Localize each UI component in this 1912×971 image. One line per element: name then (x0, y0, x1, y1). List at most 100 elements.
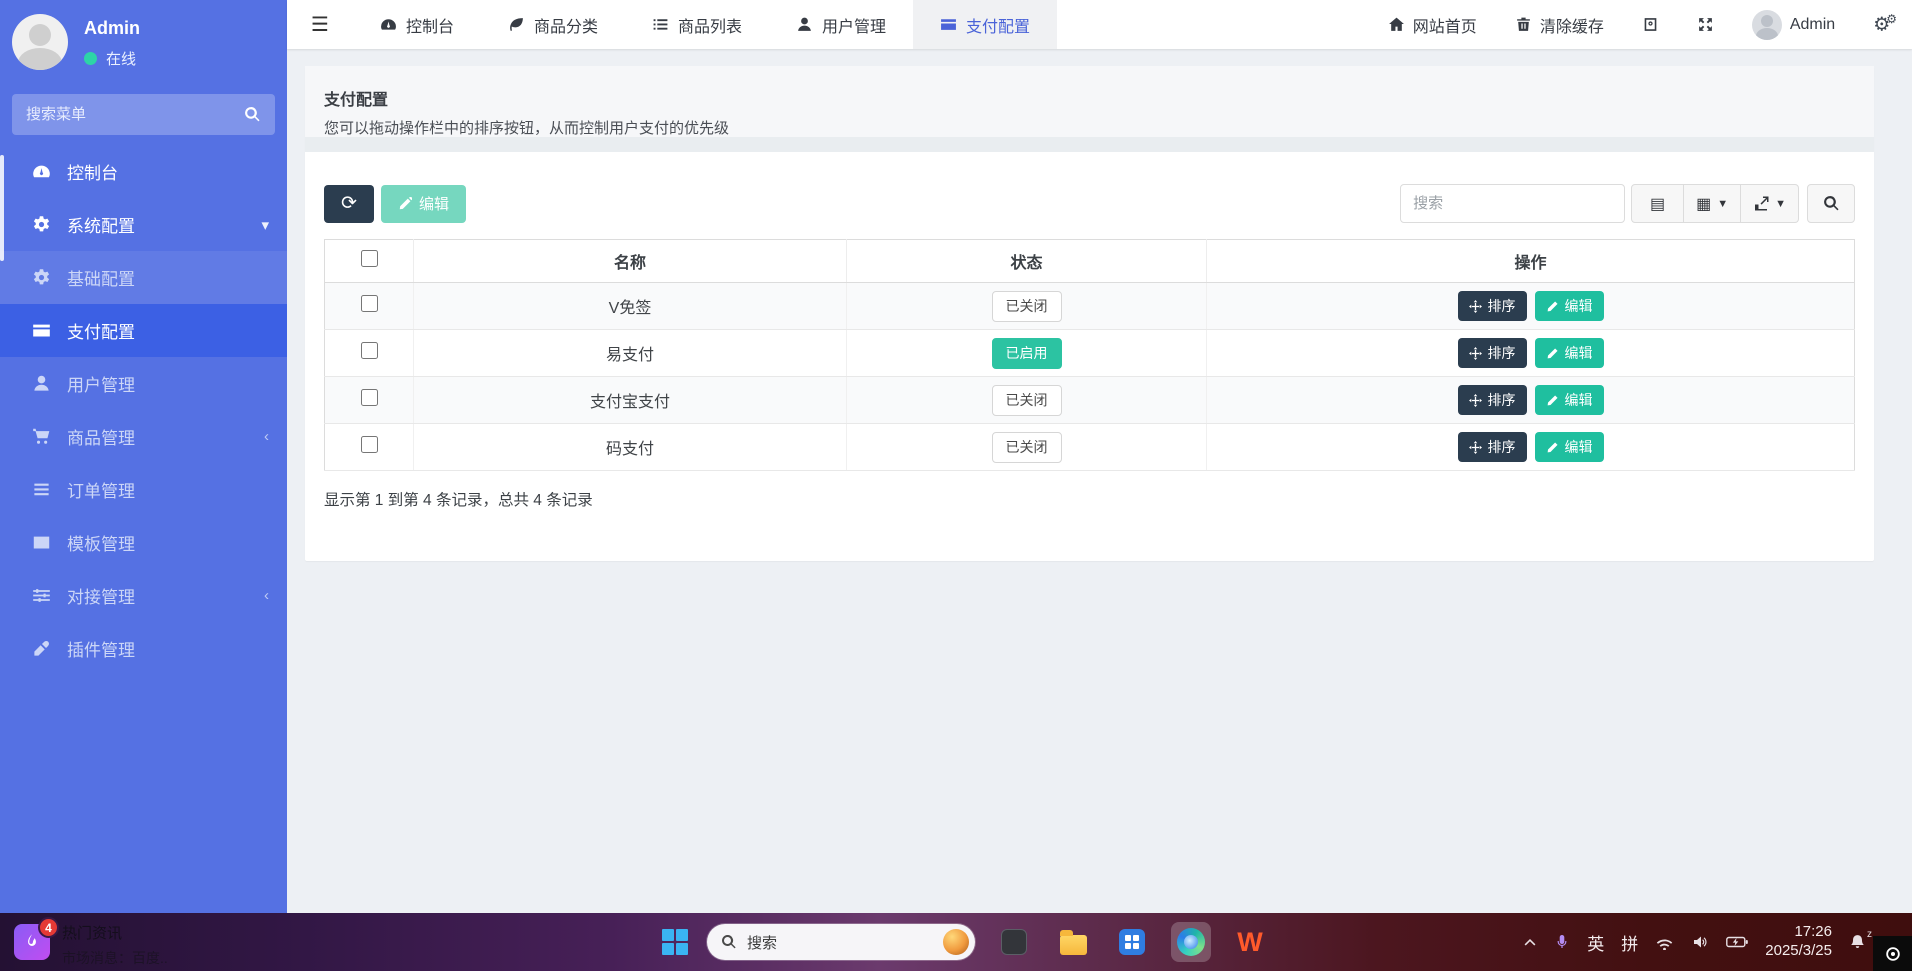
sidebar-toggle-button[interactable]: ☰ (287, 0, 353, 49)
refresh-button[interactable]: ⟳ (324, 185, 374, 223)
row-checkbox[interactable] (361, 295, 378, 312)
tray-microphone[interactable] (1554, 933, 1570, 951)
chevron-up-icon (1523, 935, 1537, 949)
status-badge[interactable]: 已关闭 (992, 385, 1062, 416)
taskbar-app-explorer[interactable] (1053, 922, 1093, 962)
tray-chevron-up[interactable] (1523, 935, 1537, 949)
sidebar-item-basic-config[interactable]: 基础配置 (0, 251, 287, 304)
status-badge[interactable]: 已关闭 (992, 432, 1062, 463)
table-header-row: 名称 状态 操作 (325, 240, 1855, 283)
table-search-input[interactable] (1400, 184, 1625, 223)
edit-button[interactable]: 编辑 (1535, 291, 1604, 321)
sidebar-scrollbar[interactable] (0, 155, 4, 261)
row-checkbox[interactable] (361, 436, 378, 453)
table-row: V免签 已关闭 排序 编辑 (325, 283, 1855, 330)
edit-button[interactable]: 编辑 (1535, 338, 1604, 368)
column-header-operate: 操作 (1207, 240, 1855, 283)
sidebar-item-label: 控制台 (67, 159, 118, 184)
sidebar-item-integration-management[interactable]: 对接管理 ‹ (0, 569, 287, 622)
tab-payment-config[interactable]: 支付配置 (913, 0, 1057, 49)
table-row: 支付宝支付 已关闭 排序 编辑 (325, 377, 1855, 424)
clear-cache-link[interactable]: 清除缓存 (1496, 0, 1623, 49)
taskbar-search[interactable]: 搜索 (707, 924, 975, 960)
battery-icon[interactable] (1726, 935, 1748, 949)
dark-app-icon (1001, 929, 1027, 955)
edit-button[interactable]: 编辑 (1535, 432, 1604, 462)
site-home-label: 网站首页 (1413, 13, 1477, 37)
menu-search-input[interactable] (26, 106, 244, 123)
do-not-disturb-z: z (1867, 929, 1872, 940)
menu-search-box[interactable] (12, 94, 275, 135)
taskbar-app-snipping[interactable] (994, 922, 1034, 962)
newspaper-icon (30, 532, 52, 554)
notification-center-button[interactable]: z (1849, 933, 1866, 951)
card-icon (30, 320, 52, 342)
screen-corner-tool[interactable] (1873, 936, 1912, 971)
table-view-button-group: ▤ ▦▼ ▼ (1631, 184, 1799, 223)
column-header-name[interactable]: 名称 (414, 240, 847, 283)
tab-user-management[interactable]: 用户管理 (769, 0, 913, 49)
taskbar-clock[interactable]: 17:26 2025/3/25 (1765, 923, 1832, 961)
tab-goods-list[interactable]: 商品列表 (625, 0, 769, 49)
sort-button[interactable]: 排序 (1458, 338, 1527, 368)
settings-menu[interactable]: ⚙⚙ (1854, 0, 1912, 49)
sidebar-item-label: 插件管理 (67, 636, 135, 661)
tab-dashboard[interactable]: 控制台 (353, 0, 481, 49)
panel-tab-strip (305, 137, 1874, 152)
taskbar-center: 搜索 W (662, 913, 1270, 971)
edit-button[interactable]: 编辑 (1535, 385, 1604, 415)
wifi-icon[interactable] (1655, 935, 1674, 950)
manual-link[interactable] (1623, 0, 1678, 49)
status-badge[interactable]: 已关闭 (992, 291, 1062, 322)
user-name: Admin (84, 18, 140, 39)
page-title: 支付配置 (324, 86, 1855, 110)
sidebar-item-label: 模板管理 (67, 530, 135, 555)
sidebar-item-template-management[interactable]: 模板管理 (0, 516, 287, 569)
panel-body: ⟳ 编辑 ▤ ▦▼ ▼ (305, 152, 1874, 510)
payment-name: 易支付 (414, 330, 847, 377)
widgets-button[interactable]: 4 热门资讯 市场消息：百度.. (14, 919, 168, 968)
export-dropdown-button[interactable]: ▼ (1741, 184, 1799, 223)
search-toggle-button[interactable] (1807, 184, 1855, 223)
ime-language-indicator[interactable]: 英 (1587, 930, 1604, 955)
fullscreen-toggle[interactable] (1678, 0, 1733, 49)
trash-icon (1515, 16, 1532, 33)
toggle-view-button[interactable]: ▤ (1631, 184, 1684, 223)
plugin-icon (30, 638, 52, 660)
sidebar-item-dashboard[interactable]: 控制台 (0, 145, 287, 198)
select-all-checkbox[interactable] (361, 250, 378, 267)
ime-pinyin-indicator[interactable]: 拼 (1621, 930, 1638, 955)
tab-label: 商品列表 (678, 13, 742, 37)
sidebar-item-payment-config[interactable]: 支付配置 (0, 304, 287, 357)
status-badge[interactable]: 已启用 (992, 338, 1062, 369)
sidebar-item-system-config[interactable]: 系统配置 ▾ (0, 198, 287, 251)
taskbar-app-store[interactable] (1112, 922, 1152, 962)
sidebar-item-plugin-management[interactable]: 插件管理 (0, 622, 287, 675)
sidebar-item-goods-management[interactable]: 商品管理 ‹ (0, 410, 287, 463)
sort-button[interactable]: 排序 (1458, 432, 1527, 462)
admin-menu[interactable]: Admin (1733, 0, 1854, 49)
taskbar-app-edge[interactable] (1171, 922, 1211, 962)
sort-button[interactable]: 排序 (1458, 385, 1527, 415)
top-navbar: ☰ 控制台 商品分类 商品列表 用户管理 支付配置 (287, 0, 1912, 49)
row-checkbox[interactable] (361, 342, 378, 359)
sort-button[interactable]: 排序 (1458, 291, 1527, 321)
batch-edit-button[interactable]: 编辑 (381, 185, 466, 223)
notification-badge: 4 (38, 917, 59, 938)
sidebar-item-order-management[interactable]: 订单管理 (0, 463, 287, 516)
clock-time: 17:26 (1765, 923, 1832, 942)
home-icon (1388, 16, 1405, 33)
speaker-icon[interactable] (1691, 934, 1709, 950)
sidebar-item-user-management[interactable]: 用户管理 (0, 357, 287, 410)
taskbar-app-wps[interactable]: W (1230, 922, 1270, 962)
column-header-status[interactable]: 状态 (847, 240, 1207, 283)
site-home-link[interactable]: 网站首页 (1369, 0, 1496, 49)
columns-dropdown-button[interactable]: ▦▼ (1684, 184, 1741, 223)
search-highlight-icon (943, 929, 969, 955)
tab-goods-category[interactable]: 商品分类 (481, 0, 625, 49)
start-button[interactable] (662, 929, 688, 955)
row-checkbox[interactable] (361, 389, 378, 406)
sidebar-item-label: 支付配置 (67, 318, 135, 343)
pencil-icon (398, 197, 412, 211)
user-avatar[interactable] (12, 14, 68, 70)
